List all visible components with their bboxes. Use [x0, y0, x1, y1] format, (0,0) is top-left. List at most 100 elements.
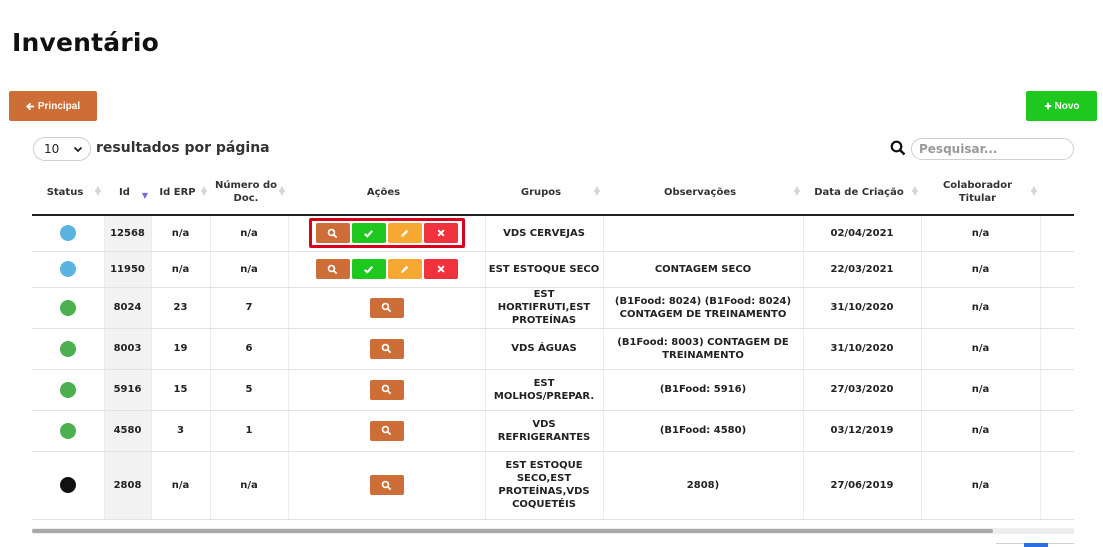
- header-id[interactable]: Id ▼: [104, 170, 151, 216]
- created-at-cell: 02/04/2021: [803, 215, 922, 252]
- header-observations[interactable]: Observações ▲ ▼: [603, 170, 803, 216]
- view-button[interactable]: [369, 297, 404, 318]
- sort-icon: ▲ ▼: [94, 184, 101, 197]
- created-at-cell: 22/03/2021: [803, 251, 922, 288]
- horizontal-scrollbar-thumb[interactable]: [32, 529, 993, 533]
- id-erp-cell: n/a: [151, 451, 211, 520]
- created-at-cell: 27/03/2020: [803, 369, 922, 411]
- status-cell: [32, 451, 105, 520]
- new-inventory-button[interactable]: Novo: [1026, 91, 1097, 121]
- search-input[interactable]: [911, 138, 1074, 160]
- approve-button[interactable]: [351, 223, 386, 244]
- groups-cell: VDS REFRIGERANTES: [485, 410, 604, 452]
- collaborator-cell: n/a: [921, 287, 1041, 329]
- observations-cell: [603, 215, 804, 252]
- header-created-at[interactable]: Data de Criação ▲ ▼: [803, 170, 921, 216]
- doc-number-cell: n/a: [210, 451, 289, 520]
- status-dot: [59, 477, 76, 493]
- table-row: 12568n/an/aVDS CERVEJAS02/04/2021n/aI: [32, 215, 1074, 252]
- doc-number-cell: 7: [210, 287, 289, 329]
- actions-cell: [288, 369, 486, 411]
- header-actions: Ações: [288, 170, 485, 216]
- id-cell: 4580: [104, 410, 152, 452]
- id-erp-cell: 15: [151, 369, 211, 411]
- collaborator-cell: n/a: [921, 215, 1041, 252]
- id-erp-cell: n/a: [151, 215, 211, 252]
- search-icon: [327, 264, 338, 275]
- status-dot: [59, 340, 76, 357]
- delete-button[interactable]: [423, 223, 458, 244]
- view-button[interactable]: [369, 338, 404, 359]
- table-row: 2808 n/a n/a EST ESTOQUE SECO,EST PROTEÍNAS…: [32, 451, 1074, 520]
- doc-number-cell: 5: [210, 369, 289, 411]
- search-icon: [381, 343, 392, 354]
- header-groups[interactable]: Grupos ▲ ▼: [485, 170, 603, 216]
- extra-cell: I: [1040, 287, 1074, 329]
- check-icon: [363, 228, 374, 239]
- page-size-label: resultados por página: [96, 140, 270, 156]
- close-icon: [436, 264, 446, 274]
- inventory-table: Status ▲ ▼ Id ▼ Id ERP ▲ ▼ Número do Doc. ▲ ▼ A…: [32, 170, 1074, 520]
- search-icon: [381, 384, 392, 395]
- status-dot: [59, 381, 76, 398]
- highlighted-actions: [308, 218, 465, 249]
- observations-cell: (B1Food: 4580): [603, 410, 804, 452]
- observations-cell: CONTAGEM SECO: [603, 251, 804, 288]
- header-extra[interactable]: U: [1040, 170, 1074, 216]
- status-cell: [32, 328, 105, 370]
- table-body: 12568n/an/aVDS CERVEJAS02/04/2021n/aI119…: [32, 215, 1074, 520]
- search-icon: [381, 480, 392, 491]
- status-dot: [59, 422, 76, 439]
- approve-button[interactable]: [351, 259, 386, 279]
- id-erp-cell: 19: [151, 328, 211, 370]
- page-title: Inventário: [12, 28, 160, 57]
- search-icon: [381, 302, 392, 313]
- page-size-value: 10: [44, 142, 60, 156]
- view-button[interactable]: [369, 475, 404, 495]
- chevron-down-icon: [73, 146, 83, 153]
- view-button[interactable]: [369, 379, 404, 400]
- id-erp-cell: 23: [151, 287, 211, 329]
- id-erp-cell: n/a: [151, 251, 211, 288]
- actions-cell: [288, 451, 486, 520]
- edit-button[interactable]: [387, 259, 422, 279]
- extra-cell: I: [1040, 369, 1074, 411]
- pencil-icon: [399, 228, 410, 239]
- sort-icon: ▲ ▼: [793, 184, 800, 197]
- new-button-label: Novo: [1054, 100, 1080, 112]
- extra-cell: I: [1040, 215, 1074, 252]
- view-button[interactable]: [369, 420, 404, 441]
- sort-icon: ▲ ▼: [1030, 184, 1037, 197]
- actions-cell: [288, 410, 486, 452]
- pagination-active-indicator[interactable]: [1024, 543, 1048, 547]
- groups-cell: EST HORTIFRUTI,EST PROTEÍNAS: [485, 287, 604, 329]
- doc-number-cell: n/a: [210, 215, 289, 252]
- id-cell: 8003: [104, 328, 152, 370]
- actions-cell: [288, 215, 486, 252]
- search-icon: [327, 228, 338, 239]
- page-size-select[interactable]: 10: [33, 137, 91, 161]
- observations-cell: (B1Food: 8003) CONTAGEM DE TREINAMENTO: [603, 328, 804, 370]
- edit-button[interactable]: [387, 223, 422, 244]
- extra-cell: I: [1040, 328, 1074, 370]
- doc-number-cell: 6: [210, 328, 289, 370]
- sort-icon: ▲ ▼: [278, 184, 285, 197]
- header-status[interactable]: Status ▲ ▼: [32, 170, 104, 216]
- view-button[interactable]: [315, 223, 350, 244]
- groups-cell: EST MOLHOS/PREPAR.: [485, 369, 604, 411]
- doc-number-cell: n/a: [210, 251, 289, 288]
- groups-cell: EST ESTOQUE SECO: [485, 251, 604, 288]
- table-row: 11950 n/a n/a EST ESTOQUE SECO CONTAGEM SECO…: [32, 251, 1074, 288]
- header-doc-number[interactable]: Número do Doc. ▲ ▼: [210, 170, 288, 216]
- delete-button[interactable]: [423, 259, 458, 279]
- view-button[interactable]: [315, 259, 350, 279]
- header-id-erp[interactable]: Id ERP ▲ ▼: [151, 170, 210, 216]
- check-icon: [363, 264, 374, 275]
- back-to-principal-button[interactable]: Principal: [9, 91, 97, 121]
- observations-cell: (B1Food: 8024) (B1Food: 8024) CONTAGEM D…: [603, 287, 804, 329]
- id-cell: 2808: [104, 451, 152, 520]
- collaborator-cell: n/a: [921, 451, 1041, 520]
- collaborator-cell: n/a: [921, 410, 1041, 452]
- header-collaborator[interactable]: Colaborador Titular ▲ ▼: [921, 170, 1040, 216]
- table-header-row: Status ▲ ▼ Id ▼ Id ERP ▲ ▼ Número do Doc. ▲ ▼ A…: [32, 170, 1074, 216]
